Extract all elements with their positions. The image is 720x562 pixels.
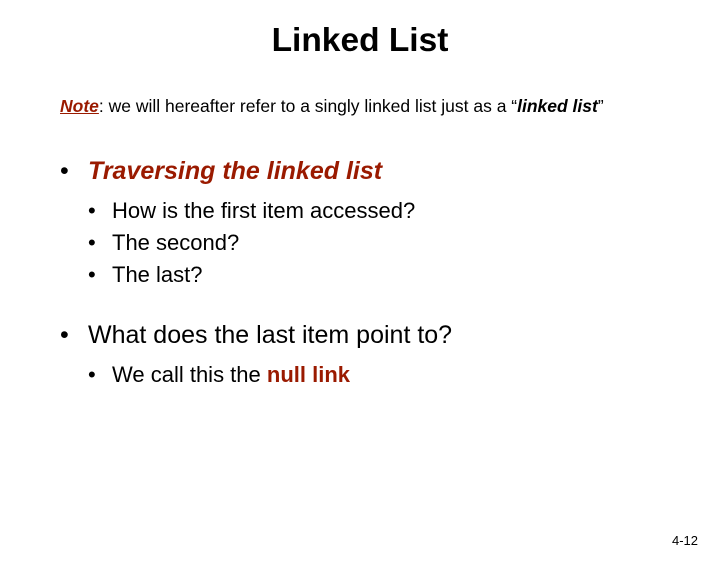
sub-bullet-text: We call this the null link: [112, 360, 350, 390]
bullet-dot-icon: •: [88, 260, 112, 290]
slide-number: 4-12: [672, 533, 698, 548]
slide-title: Linked List: [0, 22, 720, 60]
bullet-dot-icon: •: [88, 360, 112, 390]
sub-bullet-text: The last?: [112, 260, 203, 290]
sub-bullet-prefix: We call this the: [112, 362, 267, 387]
bullet-level2: • How is the first item accessed?: [88, 196, 660, 226]
sub-bullet-group: • How is the first item accessed? • The …: [60, 196, 660, 289]
bullet-dot-icon: •: [60, 155, 88, 187]
bullet-level2: • The second?: [88, 228, 660, 258]
note-text-prefix: : we will hereafter refer to a singly li…: [99, 96, 517, 116]
bullet-level1: • Traversing the linked list: [60, 155, 660, 187]
bullet-level1: • What does the last item point to?: [60, 319, 660, 351]
slide-content: Note: we will hereafter refer to a singl…: [0, 93, 720, 390]
note-text-suffix: ”: [598, 96, 604, 116]
bullet-text: Traversing the linked list: [88, 155, 382, 187]
sub-bullet-text: How is the first item accessed?: [112, 196, 415, 226]
sub-bullet-text: The second?: [112, 228, 239, 258]
bullet-dot-icon: •: [60, 319, 88, 351]
note-line: Note: we will hereafter refer to a singl…: [60, 93, 660, 119]
note-label: Note: [60, 96, 99, 116]
bullet-text: What does the last item point to?: [88, 319, 452, 351]
bullet-level2: • We call this the null link: [88, 360, 660, 390]
note-emphasis: linked list: [517, 96, 598, 116]
bullet-dot-icon: •: [88, 196, 112, 226]
bullet-dot-icon: •: [88, 228, 112, 258]
bullet-level2: • The last?: [88, 260, 660, 290]
null-link-emphasis: null link: [267, 362, 350, 387]
sub-bullet-group: • We call this the null link: [60, 360, 660, 390]
